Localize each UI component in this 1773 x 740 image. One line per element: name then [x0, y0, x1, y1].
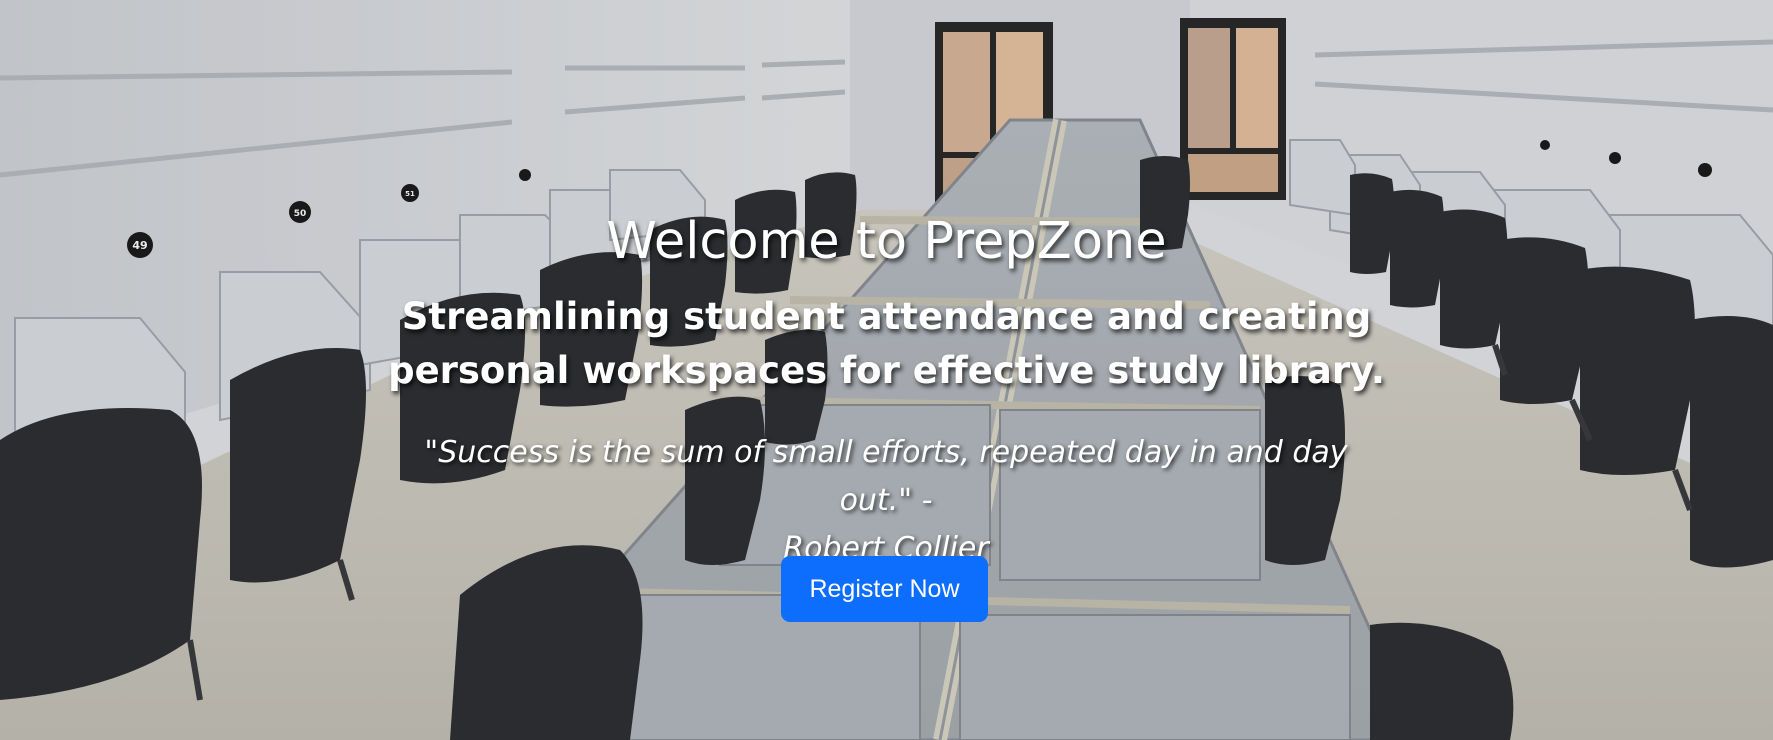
register-now-button[interactable]: Register Now: [781, 556, 988, 622]
hero-content: Welcome to PrepZone Streamlining student…: [0, 0, 1773, 740]
hero-quote: "Success is the sum of small efforts, re…: [386, 429, 1386, 573]
hero-subtitle-line-1: Streamlining student attendance and crea…: [401, 295, 1372, 338]
hero-section: 49 50 51 Welcome to PrepZone Streamlinin…: [0, 0, 1773, 740]
hero-subtitle: Streamlining student attendance and crea…: [0, 290, 1773, 398]
hero-subtitle-line-2: personal workspaces for effective study …: [388, 349, 1385, 392]
hero-title: Welcome to PrepZone: [606, 212, 1167, 271]
quote-text: "Success is the sum of small efforts, re…: [424, 435, 1348, 518]
